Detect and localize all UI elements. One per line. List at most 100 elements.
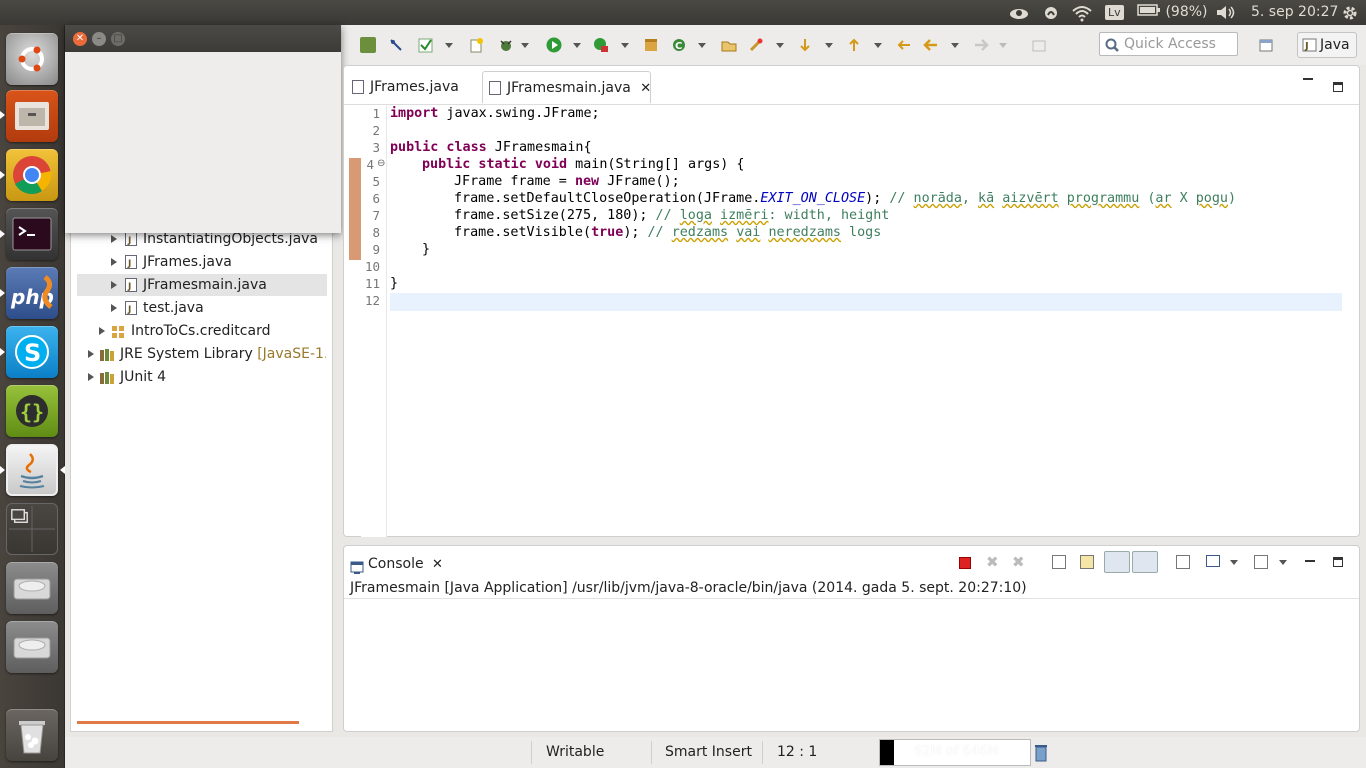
skype-icon[interactable]: S [6,326,58,378]
pin-editor-icon[interactable] [1031,37,1047,53]
tree-item[interactable]: JRE System Library [JavaSE-1.7] [88,343,326,365]
tree-item[interactable]: JFrames.java [111,251,232,275]
close-tab-icon[interactable]: ✕ [640,81,651,96]
maximize-view-icon[interactable] [1333,82,1343,92]
run-icon[interactable] [546,37,562,53]
phpstorm-icon[interactable]: php [6,267,58,319]
new-java-project-icon[interactable] [468,37,484,53]
running-indicator [0,111,5,119]
chevron-down-icon[interactable] [825,43,833,48]
remove-launch-icon[interactable]: ✖ [986,553,999,571]
wifi-icon[interactable] [1071,3,1093,22]
task-check-icon[interactable] [418,37,434,53]
heap-status[interactable]: 62M of 646M [879,739,1031,766]
maximize-window-icon[interactable]: □ [111,32,125,46]
terminal-icon[interactable] [6,208,58,260]
cloud-icon[interactable] [1008,3,1030,22]
trash-icon[interactable] [6,709,58,761]
expand-arrow-icon[interactable] [111,304,117,312]
close-tab-icon[interactable]: ✕ [432,557,443,572]
jframe-window[interactable]: ✕ – □ [65,25,341,233]
ubuntu-dash-icon[interactable] [6,33,58,85]
minimize-window-icon[interactable]: – [92,32,106,46]
jframe-titlebar[interactable]: ✕ – □ [65,25,341,52]
tab-jframesmain[interactable]: JFramesmain.java ✕ [482,71,651,103]
chrome-icon[interactable] [6,149,58,201]
maximize-view-icon[interactable] [1333,557,1343,567]
close-window-icon[interactable]: ✕ [73,32,87,46]
quick-access-input[interactable]: Quick Access [1099,32,1238,56]
terminate-icon[interactable] [959,557,971,569]
debug-skip-icon[interactable] [388,37,404,53]
tree-item-selected[interactable]: JFramesmain.java [77,274,327,298]
battery-indicator[interactable]: (98%) [1137,3,1208,22]
expand-arrow-icon[interactable] [111,258,117,266]
open-console-icon[interactable] [1254,555,1268,569]
chevron-down-icon[interactable] [999,43,1007,48]
java-perspective-button[interactable]: J Java [1297,32,1357,58]
remove-all-terminated-icon[interactable]: ✖ [1012,553,1025,571]
tree-item[interactable]: IntroToCs.creditcard [99,320,270,342]
minimize-view-icon[interactable] [1305,560,1315,562]
files-icon[interactable] [6,90,58,142]
chevron-down-icon[interactable] [874,43,882,48]
fold-icon[interactable]: ⊖ [377,158,385,169]
chevron-down-icon[interactable] [445,43,453,48]
scroll-lock-icon[interactable] [1080,555,1094,569]
show-console-on-error-icon[interactable] [1132,551,1158,573]
volume-icon[interactable] [1215,3,1237,22]
chevron-down-icon[interactable] [621,43,629,48]
pin-console-icon[interactable] [1176,555,1190,569]
java-icon[interactable] [6,444,58,496]
clock[interactable]: 5. sep 20:27 [1251,3,1338,22]
expand-arrow-icon[interactable] [99,327,105,335]
drive-icon[interactable] [6,562,58,614]
chevron-down-icon[interactable] [1230,560,1238,565]
display-selected-console-icon[interactable] [1206,555,1220,567]
status-bar: Writable Smart Insert 12 : 1 62M of 646M [65,737,1366,768]
garbage-collect-icon[interactable] [1034,744,1048,766]
running-indicator [0,466,5,474]
minimize-view-icon[interactable] [1303,78,1313,80]
new-class-icon[interactable]: C [671,37,687,53]
last-edit-location-icon[interactable] [896,37,912,53]
new-package-icon[interactable] [643,37,659,53]
expand-arrow-icon[interactable] [111,235,117,243]
next-annotation-icon[interactable] [797,37,813,53]
expand-arrow-icon[interactable] [88,373,94,381]
tree-item-label: JFrames.java [143,254,232,270]
workspace-switcher-icon[interactable] [6,503,58,555]
tab-console[interactable]: Console ✕ [346,550,443,578]
tree-item[interactable]: test.java [111,297,204,321]
debug-icon[interactable] [498,37,514,53]
session-gear-icon[interactable] [1341,3,1359,22]
code-line: } [390,276,399,291]
sync-icon[interactable] [1043,3,1059,22]
chevron-down-icon[interactable] [951,43,959,48]
back-arrow-icon[interactable] [923,37,939,53]
chevron-down-icon[interactable] [521,43,529,48]
chevron-down-icon[interactable] [776,43,784,48]
tree-item[interactable]: JUnit 4 [88,366,166,388]
show-console-on-output-icon[interactable] [1104,551,1130,573]
expand-arrow-icon[interactable] [88,350,94,358]
expand-arrow-icon[interactable] [111,281,117,289]
tree-item-label: JFramesmain.java [143,277,267,293]
chevron-down-icon[interactable] [698,43,706,48]
chevron-down-icon[interactable] [1279,560,1287,565]
coverage-icon[interactable] [593,37,609,53]
keyboard-layout-indicator[interactable]: Lv [1105,3,1124,22]
drive-icon[interactable] [6,621,58,673]
clear-console-icon[interactable] [1052,555,1066,569]
previous-annotation-icon[interactable] [846,37,862,53]
tab-jframes[interactable]: JFrames.java [346,71,480,103]
run-config-icon[interactable] [360,37,376,53]
comment-text [1059,191,1067,206]
search-icon[interactable] [748,37,764,53]
open-type-icon[interactable] [721,37,737,53]
forward-arrow-icon[interactable] [973,37,989,53]
brackets-icon[interactable]: {} [6,385,58,437]
heap-memory-label: 62M of 646M [914,744,999,759]
open-perspective-icon[interactable] [1258,37,1274,53]
chevron-down-icon[interactable] [573,43,581,48]
